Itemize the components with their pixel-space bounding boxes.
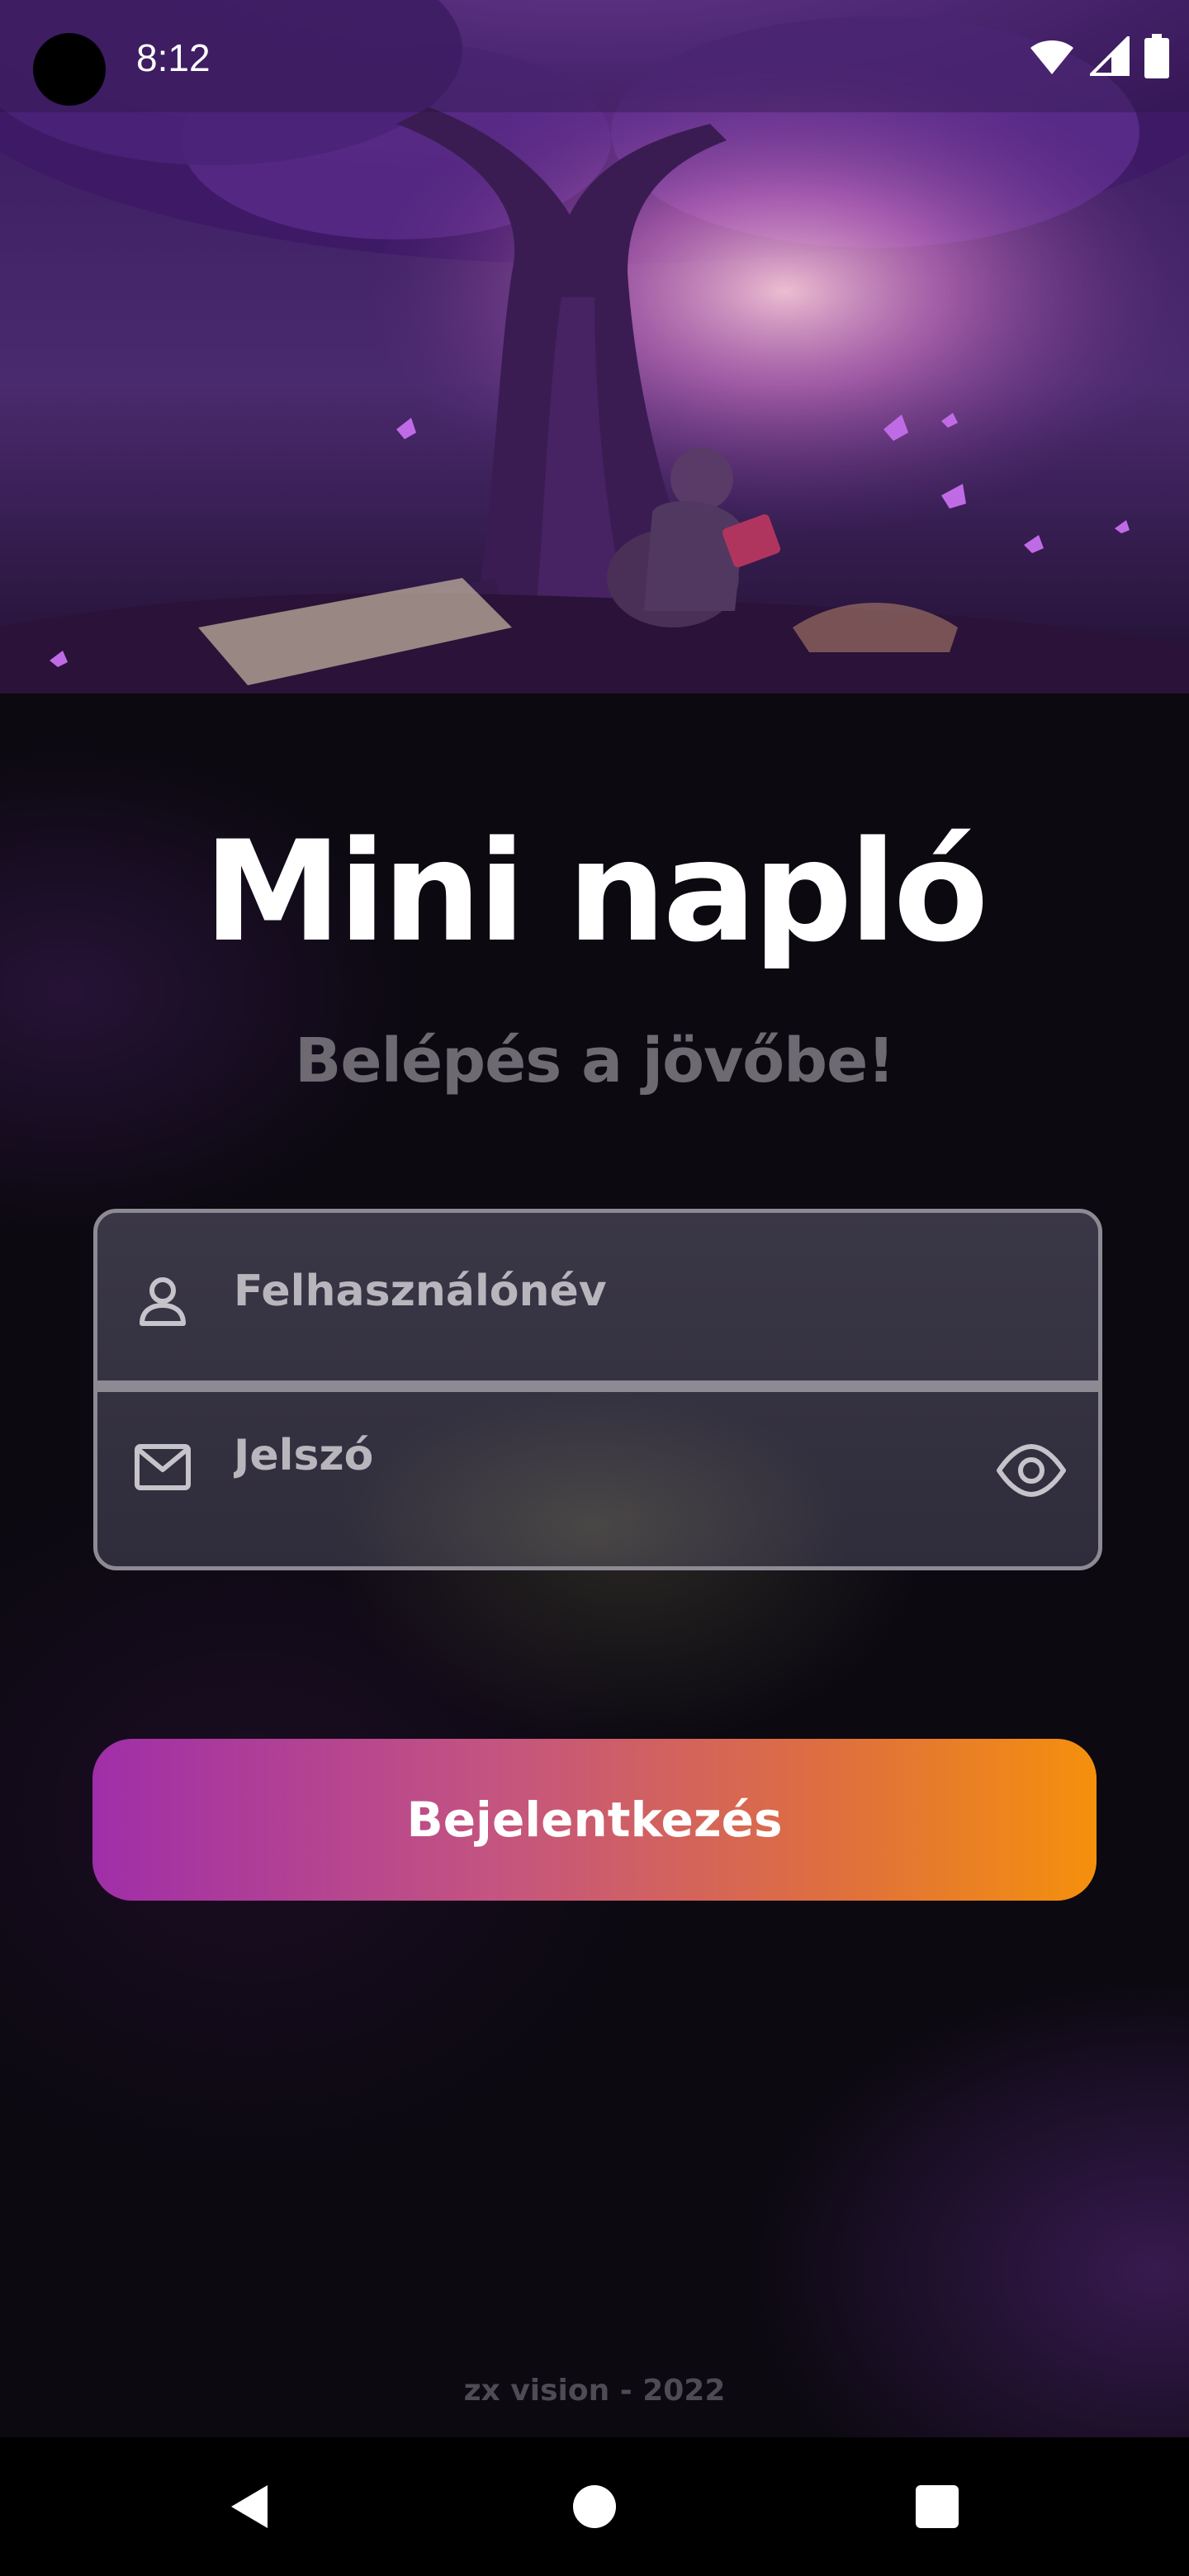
username-field — [97, 1213, 1098, 1382]
login-screen: 8:12 Mini napló Belépés a jövőbe! Felhas… — [0, 0, 1189, 2576]
password-field — [97, 1394, 1098, 1563]
username-input[interactable] — [234, 1254, 960, 1328]
wifi-icon — [1029, 36, 1075, 79]
field-divider — [97, 1380, 1098, 1392]
login-button[interactable]: Bejelentkezés — [92, 1739, 1097, 1901]
status-bar: 8:12 — [0, 0, 1189, 112]
password-input[interactable] — [234, 1418, 960, 1493]
signal-icon — [1087, 34, 1130, 79]
mail-icon — [134, 1438, 192, 1496]
recents-icon[interactable] — [896, 2465, 978, 2548]
person-icon — [134, 1272, 192, 1330]
login-form — [93, 1209, 1102, 1570]
status-icons — [1029, 33, 1169, 83]
app-subtitle: Belépés a jövőbe! — [295, 1025, 895, 1096]
navigation-bar — [0, 2437, 1189, 2576]
eye-icon[interactable] — [994, 1433, 1068, 1508]
camera-cutout — [33, 33, 106, 106]
home-icon[interactable] — [553, 2465, 636, 2548]
status-time: 8:12 — [136, 36, 211, 79]
battery-icon — [1144, 34, 1169, 82]
back-icon[interactable] — [208, 2465, 291, 2548]
app-title: Mini napló — [203, 811, 989, 973]
footer-credit: zx vision - 2022 — [463, 2374, 726, 2408]
